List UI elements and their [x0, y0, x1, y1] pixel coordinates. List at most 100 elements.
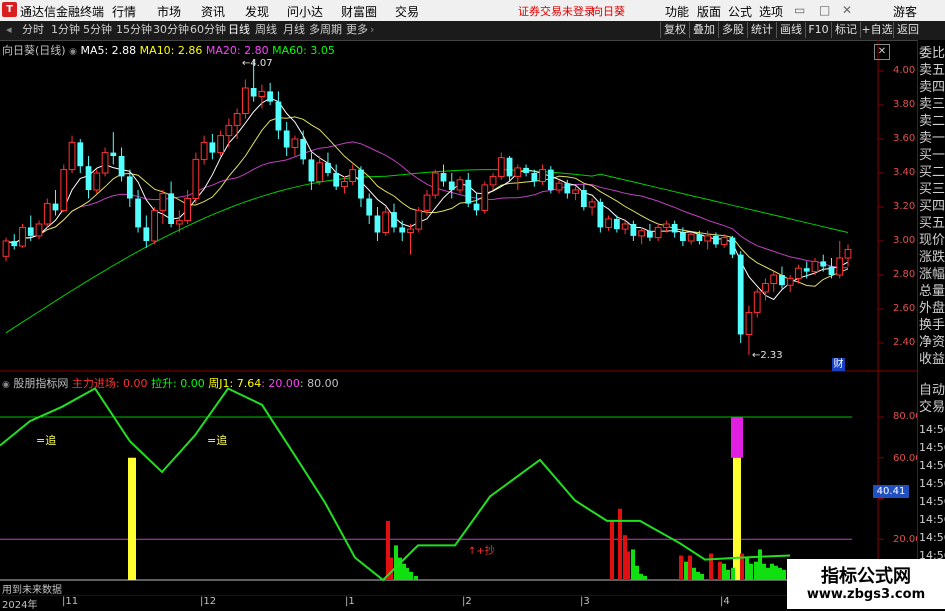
candle-body-down	[506, 157, 513, 177]
biaoji-button[interactable]: 标记	[831, 22, 860, 38]
menu-item-banmian[interactable]: 版面	[697, 3, 721, 20]
indicator-toggle-icon[interactable]: ◉	[2, 380, 10, 390]
y-tick: 3.40	[893, 167, 916, 178]
candle-body-up	[19, 226, 26, 247]
red-bar	[610, 520, 614, 580]
candle-body-up	[572, 189, 579, 194]
yellow-bar	[733, 457, 741, 580]
red-bar	[626, 551, 630, 580]
side-label-2: 卖四	[919, 80, 945, 95]
green-bar	[778, 567, 782, 580]
menu-item-wenxiaoda[interactable]: 问小达	[287, 3, 323, 20]
candle-body-up	[184, 198, 191, 222]
period-60min[interactable]: 60分钟	[188, 22, 228, 38]
yellow-bar	[128, 457, 136, 580]
f10-button[interactable]: F10	[805, 22, 831, 38]
indicator-name[interactable]: 股朋指标网	[13, 377, 68, 390]
close-icon[interactable]: ✕	[842, 3, 852, 17]
period-weekly[interactable]: 周线	[253, 22, 279, 38]
candle-body-down	[300, 139, 307, 160]
green-bar	[635, 565, 639, 580]
watermark-banner: 指标公式网 www.zbgs3.com	[787, 559, 945, 609]
legend-toggle-icon[interactable]: ◉	[69, 47, 77, 57]
candle-body-down	[779, 275, 785, 286]
candle-body-down	[168, 193, 174, 224]
menu-item-zixun[interactable]: 资讯	[201, 3, 225, 20]
side-time-label: 14:56	[919, 531, 945, 544]
candle-body-up	[811, 260, 819, 273]
green-bar	[762, 563, 766, 580]
menu-item-hangqing[interactable]: 行情	[112, 3, 136, 20]
nav-back-icon[interactable]: ◂	[4, 22, 14, 38]
side-auto-label[interactable]: 自动	[919, 383, 945, 399]
candle-body-up	[762, 283, 769, 293]
menu-item-jiaoyi[interactable]: 交易	[395, 3, 419, 20]
chart-canvas[interactable]	[0, 40, 917, 596]
candle-body-up	[2, 240, 10, 257]
period-daily[interactable]: 日线	[226, 22, 252, 38]
candle-body-down	[729, 237, 736, 255]
candle-body-up	[621, 223, 629, 230]
menu-item-gongshi[interactable]: 公式	[728, 3, 752, 20]
candle-body-up	[217, 135, 225, 154]
candle-body-down	[374, 215, 381, 233]
green-bar	[643, 575, 647, 580]
back-button[interactable]: 返回	[893, 22, 922, 38]
finance-marker-icon[interactable]: 财	[832, 358, 845, 371]
add-favorite-button[interactable]: +自选	[860, 22, 893, 38]
candle-body-up	[60, 169, 68, 211]
trade-login-warning[interactable]: 证券交易未登录	[518, 3, 595, 19]
candle-body-down	[391, 212, 397, 228]
candle-body-up	[456, 179, 464, 191]
side-label-17: 净资	[919, 335, 945, 350]
huaxian-button[interactable]: 画线	[776, 22, 805, 38]
fuquan-button[interactable]: 复权	[660, 22, 689, 38]
candle-body-down	[646, 230, 653, 238]
green-bar	[770, 563, 774, 580]
candle-body-down	[597, 201, 604, 228]
menu-item-faxian[interactable]: 发现	[245, 3, 269, 20]
period-multi[interactable]: 多周期	[307, 22, 344, 38]
chao-signal-label: ↑+抄	[468, 546, 495, 557]
magenta-bar	[731, 417, 743, 458]
period-1min[interactable]: 1分钟	[49, 22, 82, 38]
period-15min[interactable]: 15分钟	[114, 22, 154, 38]
period-fenshi[interactable]: 分时	[20, 22, 46, 38]
green-bar	[726, 569, 730, 580]
side-label-7: 买二	[919, 165, 945, 180]
period-30min[interactable]: 30分钟	[151, 22, 191, 38]
ma10-label: MA10: 2.86	[139, 44, 203, 57]
period-monthly[interactable]: 月线	[281, 22, 307, 38]
candle-body-up	[291, 138, 299, 148]
candle-body-up	[497, 157, 505, 177]
period-5min[interactable]: 5分钟	[81, 22, 114, 38]
menu-item-xuanxiang[interactable]: 选项	[759, 3, 783, 20]
candle-body-up	[844, 249, 852, 259]
menu-item-gongneng[interactable]: 功能	[665, 3, 689, 20]
green-bar	[692, 567, 696, 580]
period-more[interactable]: 更多	[344, 22, 370, 38]
green-bar	[766, 567, 770, 580]
side-label-0: 委比	[919, 46, 945, 61]
side-label-6: 买一	[919, 148, 945, 163]
diejia-button[interactable]: 叠加	[689, 22, 718, 38]
candle-body-up	[514, 167, 522, 177]
duogu-button[interactable]: 多股	[718, 22, 747, 38]
close-chart-icon[interactable]: ✕	[874, 44, 890, 60]
candle-body-up	[687, 233, 695, 242]
more-chevron-icon[interactable]: ›	[368, 22, 376, 38]
restore-icon[interactable]: □	[819, 3, 830, 17]
candle-body-down	[696, 234, 703, 241]
candle-body-down	[820, 261, 827, 267]
menu-item-shichang[interactable]: 市场	[157, 3, 181, 20]
indicator-zhouj1: 周J1: 7.64	[208, 377, 262, 390]
tongji-button[interactable]: 统计	[747, 22, 776, 38]
menu-item-caifuquan[interactable]: 财富圈	[341, 3, 377, 20]
candle-body-up	[407, 228, 414, 234]
side-auto-label[interactable]: 交易	[919, 400, 945, 416]
candle-body-up	[795, 267, 802, 279]
minimize-icon[interactable]: ▭	[794, 3, 805, 17]
candle-body-up	[745, 311, 753, 335]
side-time-label: 14:56	[919, 477, 945, 490]
guest-label[interactable]: 游客	[893, 3, 917, 20]
